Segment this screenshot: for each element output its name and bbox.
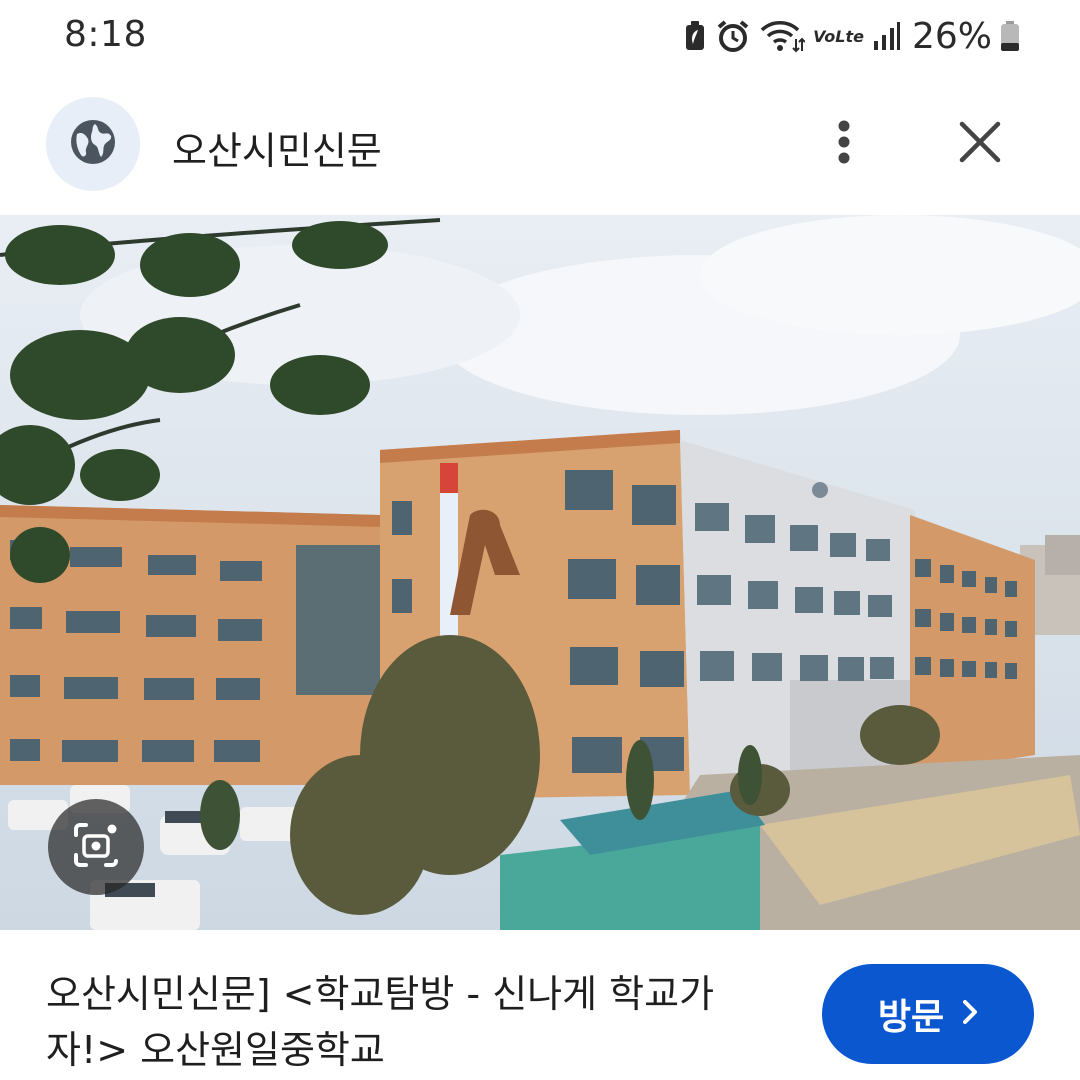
more-options-button[interactable] xyxy=(820,112,868,176)
site-favicon xyxy=(46,97,140,191)
app-header: 오산시민신문 xyxy=(0,92,1080,196)
status-bar: 8:18 VoLte 26% xyxy=(0,0,1080,74)
volte-icon: VoLte xyxy=(813,26,864,46)
google-lens-button[interactable] xyxy=(48,799,144,895)
alarm-icon xyxy=(715,19,751,53)
page-title: 오산시민신문 xyxy=(172,129,382,173)
battery-percent: 26% xyxy=(911,15,992,57)
image-caption: 오산시민신문] <학교탐방 - 신나게 학교가자!> 오산원일중학교 xyxy=(46,972,715,1072)
wifi-icon xyxy=(759,19,806,53)
visit-button-label: 방문 xyxy=(877,997,945,1038)
google-lens-icon xyxy=(70,819,122,875)
chevron-right-icon xyxy=(962,999,978,1029)
close-button[interactable] xyxy=(948,112,1012,176)
visit-button[interactable]: 방문 xyxy=(822,964,1034,1064)
more-vert-icon xyxy=(836,118,852,170)
signal-icon xyxy=(872,21,900,51)
close-icon xyxy=(959,121,1001,167)
status-time: 8:18 xyxy=(64,14,147,55)
battery-saver-icon xyxy=(683,20,707,52)
globe-icon xyxy=(68,117,118,171)
school-building-photo xyxy=(0,215,1080,930)
image-preview[interactable] xyxy=(0,215,1080,930)
battery-icon xyxy=(1000,20,1020,52)
status-icons: VoLte 26% xyxy=(683,14,1020,58)
